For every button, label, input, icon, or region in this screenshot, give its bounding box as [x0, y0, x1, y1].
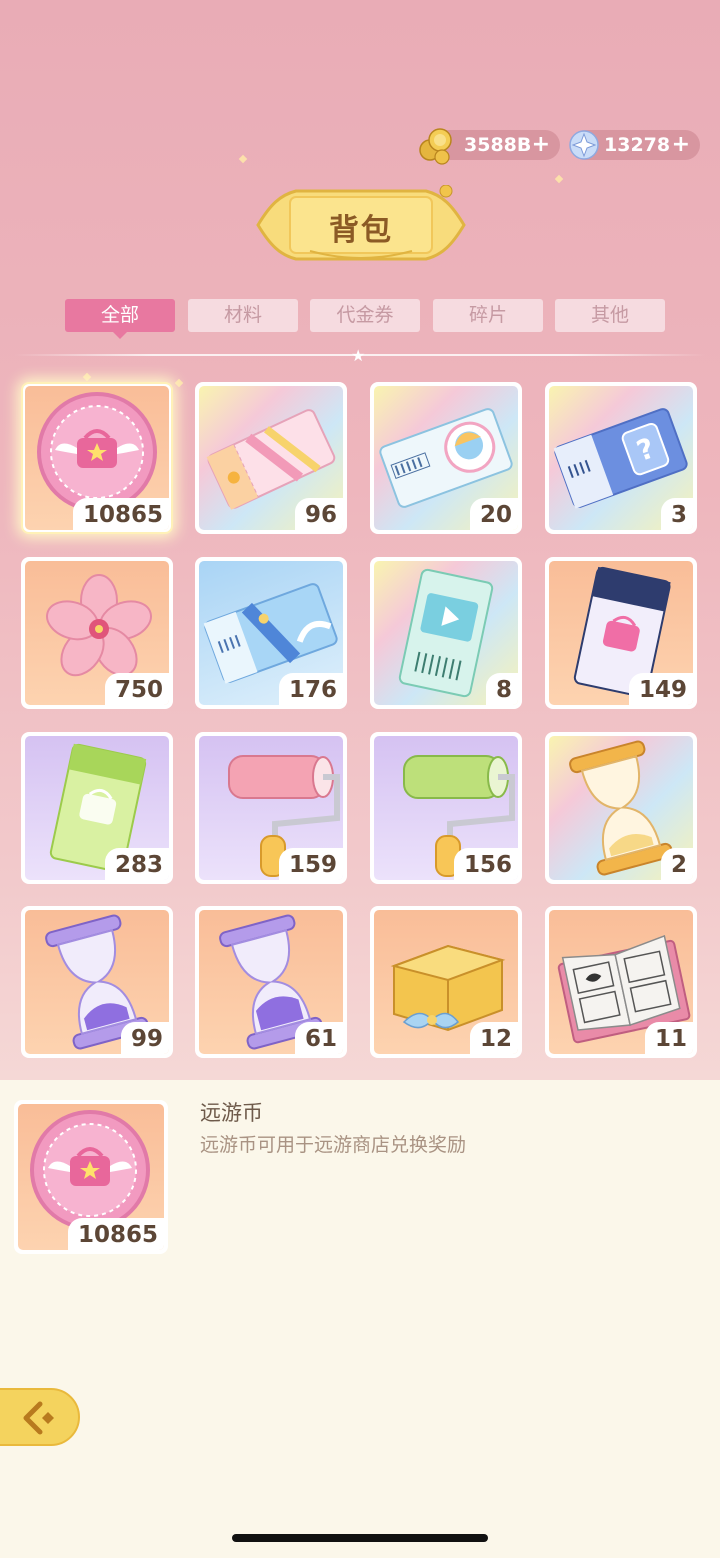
- item-count: 283: [104, 848, 169, 880]
- item-count: 10865: [72, 498, 169, 530]
- back-arrow-icon: [23, 1401, 54, 1435]
- active-tab-pointer: [112, 331, 128, 339]
- item-count: 96: [294, 498, 343, 530]
- item-count: 750: [104, 673, 169, 705]
- item-count: 8: [485, 673, 518, 705]
- coin-balance[interactable]: 3588B +: [419, 128, 560, 165]
- add-gem-button[interactable]: +: [672, 133, 690, 157]
- item-count: 99: [120, 1022, 169, 1054]
- back-button[interactable]: [0, 1388, 80, 1446]
- item-count: 176: [278, 673, 343, 705]
- tab-vouchers[interactable]: 代金券: [310, 299, 420, 332]
- item-card[interactable]: 12: [370, 906, 522, 1058]
- item-count: 159: [278, 848, 343, 880]
- add-coin-button[interactable]: +: [532, 133, 550, 157]
- tab-fragments[interactable]: 碎片: [433, 299, 543, 332]
- item-card[interactable]: 10865: [21, 382, 173, 534]
- tab-materials[interactable]: 材料: [188, 299, 298, 332]
- selected-item-count: 10865: [67, 1218, 164, 1250]
- item-count: 12: [469, 1022, 518, 1054]
- item-count: 11: [644, 1022, 693, 1054]
- item-card[interactable]: ? 3: [545, 382, 697, 534]
- item-card[interactable]: 149: [545, 557, 697, 709]
- tab-others[interactable]: 其他: [555, 299, 665, 332]
- item-count: 149: [628, 673, 693, 705]
- star-ornament-icon: ★: [351, 346, 366, 365]
- item-count: 2: [660, 848, 693, 880]
- coin-icon: [419, 128, 452, 165]
- item-card[interactable]: 176: [195, 557, 347, 709]
- item-card[interactable]: 283: [21, 732, 173, 884]
- item-card[interactable]: 156: [370, 732, 522, 884]
- item-card[interactable]: 61: [195, 906, 347, 1058]
- item-card[interactable]: 159: [195, 732, 347, 884]
- crystal-gem-icon: [569, 130, 599, 160]
- item-card[interactable]: 99: [21, 906, 173, 1058]
- item-count: 20: [469, 498, 518, 530]
- item-card[interactable]: 96: [195, 382, 347, 534]
- page-title: 背包: [329, 213, 393, 248]
- item-card[interactable]: 11: [545, 906, 697, 1058]
- item-count: 3: [660, 498, 693, 530]
- selected-item-card: 10865: [14, 1100, 168, 1254]
- gem-amount: 13278: [604, 134, 671, 156]
- home-indicator[interactable]: [232, 1534, 488, 1542]
- item-card[interactable]: 750: [21, 557, 173, 709]
- item-card[interactable]: 2: [545, 732, 697, 884]
- item-card[interactable]: 20: [370, 382, 522, 534]
- tab-all[interactable]: 全部: [65, 299, 175, 332]
- selected-item-description: 远游币可用于远游商店兑换奖励: [200, 1134, 467, 1156]
- gem-balance[interactable]: 13278 +: [569, 130, 700, 160]
- selected-item-name: 远游币: [200, 1101, 263, 1125]
- coin-amount: 3588B: [464, 134, 532, 156]
- item-card[interactable]: 8: [370, 557, 522, 709]
- item-count: 61: [294, 1022, 343, 1054]
- item-count: 156: [453, 848, 518, 880]
